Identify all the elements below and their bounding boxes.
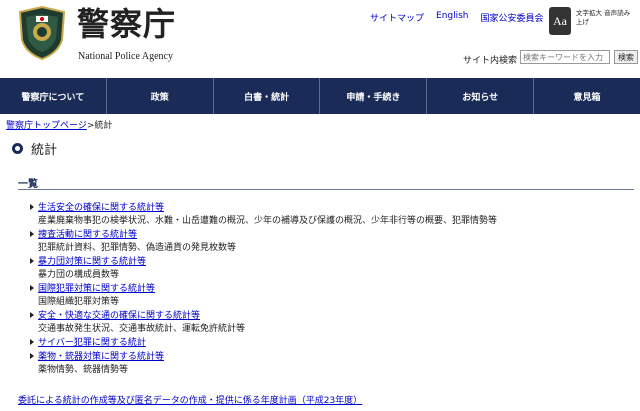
nav-item-news[interactable]: お知らせ xyxy=(427,78,535,114)
breadcrumb-current: 統計 xyxy=(94,121,113,131)
sitemap-link[interactable]: サイトマップ xyxy=(370,11,424,24)
list-item: 捜査活動に関する統計等 犯罪統計資料、犯罪情勢、偽造通貨の発見枚数等 xyxy=(30,227,620,254)
stat-link-traffic-safety[interactable]: 安全・快適な交通の確保に関する統計等 xyxy=(38,308,200,321)
stat-link-life-safety[interactable]: 生活安全の確保に関する統計等 xyxy=(38,200,164,213)
stat-link-international-crime[interactable]: 国際犯罪対策に関する統計等 xyxy=(38,281,155,294)
nav-item-policy[interactable]: 政策 xyxy=(107,78,214,114)
list-item: 安全・快適な交通の確保に関する統計等 交通事故発生状況、交通事故統計、運転免許統… xyxy=(30,308,620,335)
public-safety-commission-link[interactable]: 国家公安委員会 xyxy=(481,11,544,24)
list-item: 暴力団対策に関する統計等 暴力団の構成員数等 xyxy=(30,254,620,281)
arrow-right-icon xyxy=(30,204,34,210)
arrow-right-icon xyxy=(30,339,34,345)
list-item: 薬物・銃器対策に関する統計等 薬物情勢、銃器情勢等 xyxy=(30,349,620,376)
site-search-input[interactable] xyxy=(520,50,610,64)
site-search-label: サイト内検索 xyxy=(463,56,518,66)
stat-description: 交通事故発生状況、交通事故統計、運転免許統計等 xyxy=(38,324,246,334)
arrow-right-icon xyxy=(30,258,34,264)
stat-link-drugs-firearms[interactable]: 薬物・銃器対策に関する統計等 xyxy=(38,349,164,362)
stat-link-investigation[interactable]: 捜査活動に関する統計等 xyxy=(38,227,137,240)
accessibility-button[interactable]: Aa xyxy=(549,7,571,35)
circle-bullet-icon xyxy=(12,142,23,154)
utility-links: サイトマップ English 国家公安委員会 xyxy=(370,11,544,24)
annual-plan-link[interactable]: 委託による統計の作成等及び匿名データの作成・提供に係る年度計画（平成23年度） xyxy=(18,393,362,406)
statistics-list: 生活安全の確保に関する統計等 産業廃棄物事犯の検挙状況、水難・山岳遭難の概況、少… xyxy=(30,200,620,376)
site-header: 警察庁 National Police Agency サイトマップ Englis… xyxy=(0,0,640,78)
police-emblem-logo[interactable] xyxy=(18,6,66,60)
section-divider xyxy=(18,189,634,190)
breadcrumb: 警察庁トップページ>統計 xyxy=(6,118,112,131)
stat-description: 犯罪統計資料、犯罪情勢、偽造通貨の発見枚数等 xyxy=(38,243,237,253)
page-heading: 統計 xyxy=(12,138,57,158)
site-logo-title[interactable]: 警察庁 xyxy=(77,6,176,42)
stat-description: 国際組織犯罪対策等 xyxy=(38,297,120,307)
list-item: サイバー犯罪に関する統計 xyxy=(30,335,620,349)
accessibility-label[interactable]: 文字拡大 音声読み上げ xyxy=(576,9,636,27)
stat-link-organized-crime[interactable]: 暴力団対策に関する統計等 xyxy=(38,254,146,267)
stat-description: 産業廃棄物事犯の検挙状況、水難・山岳遭難の概況、少年の補導及び保護の概況、少年非… xyxy=(38,216,498,226)
section-title: 一覧 xyxy=(18,179,38,190)
list-item: 生活安全の確保に関する統計等 産業廃棄物事犯の検挙状況、水難・山岳遭難の概況、少… xyxy=(30,200,620,227)
arrow-right-icon xyxy=(30,231,34,237)
search-button[interactable]: 検索 xyxy=(614,50,638,64)
breadcrumb-home-link[interactable]: 警察庁トップページ xyxy=(6,121,87,131)
site-logo-subtitle: National Police Agency xyxy=(78,51,173,62)
stat-description: 薬物情勢、銃器情勢等 xyxy=(38,365,129,375)
stat-description: 暴力団の構成員数等 xyxy=(38,270,120,280)
arrow-right-icon xyxy=(30,285,34,291)
page-title: 統計 xyxy=(31,142,58,158)
nav-item-feedback[interactable]: 意見箱 xyxy=(534,78,640,114)
stat-link-cybercrime[interactable]: サイバー犯罪に関する統計 xyxy=(38,335,146,348)
english-link[interactable]: English xyxy=(436,11,469,24)
arrow-right-icon xyxy=(30,312,34,318)
arrow-right-icon xyxy=(30,353,34,359)
nav-item-about[interactable]: 警察庁について xyxy=(0,78,107,114)
nav-item-whitepaper-stats[interactable]: 白書・統計 xyxy=(214,78,321,114)
list-item: 国際犯罪対策に関する統計等 国際組織犯罪対策等 xyxy=(30,281,620,308)
global-nav: 警察庁について 政策 白書・統計 申請・手続き お知らせ 意見箱 xyxy=(0,78,640,114)
nav-item-applications[interactable]: 申請・手続き xyxy=(320,78,428,114)
